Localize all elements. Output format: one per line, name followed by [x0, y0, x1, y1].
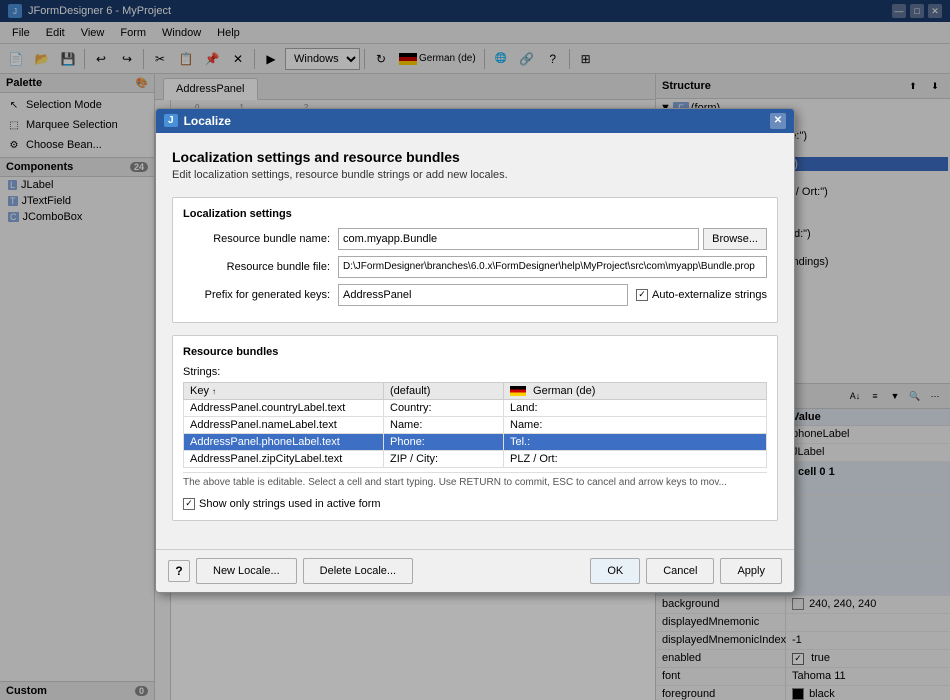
new-locale-button[interactable]: New Locale... [196, 558, 297, 584]
name-key-cell[interactable]: AddressPanel.nameLabel.text [184, 416, 384, 433]
strings-label: Strings: [183, 366, 767, 378]
phone-key-cell[interactable]: AddressPanel.phoneLabel.text [184, 433, 384, 450]
table-header-row: Key ↑ (default) German (de) [184, 382, 767, 399]
localization-settings-section: Localization settings Resource bundle na… [172, 197, 778, 323]
zip-default-cell[interactable]: ZIP / City: [384, 450, 504, 467]
dialog-subtitle: Edit localization settings, resource bun… [172, 169, 778, 181]
phone-default-cell[interactable]: Phone: [384, 433, 504, 450]
strings-table: Key ↑ (default) German (de) AddressPanel… [183, 382, 767, 468]
localization-settings-title: Localization settings [183, 208, 767, 220]
bundle-name-row: Resource bundle name: Browse... [183, 228, 767, 250]
show-only-active-row: Show only strings used in active form [183, 498, 767, 510]
country-default-cell[interactable]: Country: [384, 399, 504, 416]
cancel-button[interactable]: Cancel [646, 558, 714, 584]
browse-button[interactable]: Browse... [703, 228, 767, 250]
prefix-label: Prefix for generated keys: [183, 289, 338, 301]
ok-button[interactable]: OK [590, 558, 640, 584]
table-row: AddressPanel.nameLabel.text Name: Name: [184, 416, 767, 433]
name-german-cell[interactable]: Name: [504, 416, 767, 433]
dialog-overlay: J Localize ✕ Localization settings and r… [0, 0, 950, 700]
help-button[interactable]: ? [168, 560, 190, 582]
country-german-cell[interactable]: Land: [504, 399, 767, 416]
resource-bundles-title: Resource bundles [183, 346, 767, 358]
german-flag-col-icon [510, 386, 526, 396]
dialog-title-left: J Localize [164, 114, 231, 128]
show-only-active-label: Show only strings used in active form [199, 498, 381, 510]
dialog-footer: ? New Locale... Delete Locale... OK Canc… [156, 549, 794, 592]
apply-button[interactable]: Apply [720, 558, 782, 584]
country-key-cell[interactable]: AddressPanel.countryLabel.text [184, 399, 384, 416]
sort-arrow: ↑ [212, 387, 216, 396]
dialog-close-button[interactable]: ✕ [770, 113, 786, 129]
auto-externalize-checkbox[interactable] [636, 289, 648, 301]
phone-german-cell[interactable]: Tel.: [504, 433, 767, 450]
key-col-header[interactable]: Key ↑ [184, 382, 384, 399]
bundle-file-row: Resource bundle file: [183, 256, 767, 278]
info-text: The above table is editable. Select a ce… [183, 472, 767, 492]
zip-german-cell[interactable]: PLZ / Ort: [504, 450, 767, 467]
bundle-name-input[interactable] [338, 228, 699, 250]
dialog-title-bar: J Localize ✕ [156, 109, 794, 133]
prefix-row: Prefix for generated keys: Auto-external… [183, 284, 767, 306]
bundle-file-input[interactable] [338, 256, 767, 278]
table-row: AddressPanel.countryLabel.text Country: … [184, 399, 767, 416]
dialog-footer-left: ? New Locale... Delete Locale... [168, 558, 413, 584]
zip-key-cell[interactable]: AddressPanel.zipCityLabel.text [184, 450, 384, 467]
name-default-cell[interactable]: Name: [384, 416, 504, 433]
localize-dialog: J Localize ✕ Localization settings and r… [155, 108, 795, 593]
dialog-icon: J [164, 114, 178, 127]
prefix-input[interactable] [338, 284, 628, 306]
default-col-header[interactable]: (default) [384, 382, 504, 399]
dialog-body: Localization settings and resource bundl… [156, 133, 794, 549]
bundle-file-label: Resource bundle file: [183, 261, 338, 273]
auto-externalize-row: Auto-externalize strings [636, 289, 767, 301]
dialog-main-title: Localization settings and resource bundl… [172, 149, 778, 165]
german-col-header[interactable]: German (de) [504, 382, 767, 399]
resource-bundles-section: Resource bundles Strings: Key ↑ (default… [172, 335, 778, 521]
dialog-footer-right: OK Cancel Apply [590, 558, 782, 584]
auto-externalize-label: Auto-externalize strings [652, 289, 767, 301]
table-row: AddressPanel.zipCityLabel.text ZIP / Cit… [184, 450, 767, 467]
bundle-name-label: Resource bundle name: [183, 233, 338, 245]
delete-locale-button[interactable]: Delete Locale... [303, 558, 413, 584]
dialog-title-label: Localize [184, 114, 231, 128]
table-row-selected: AddressPanel.phoneLabel.text Phone: Tel.… [184, 433, 767, 450]
show-only-active-checkbox[interactable] [183, 498, 195, 510]
